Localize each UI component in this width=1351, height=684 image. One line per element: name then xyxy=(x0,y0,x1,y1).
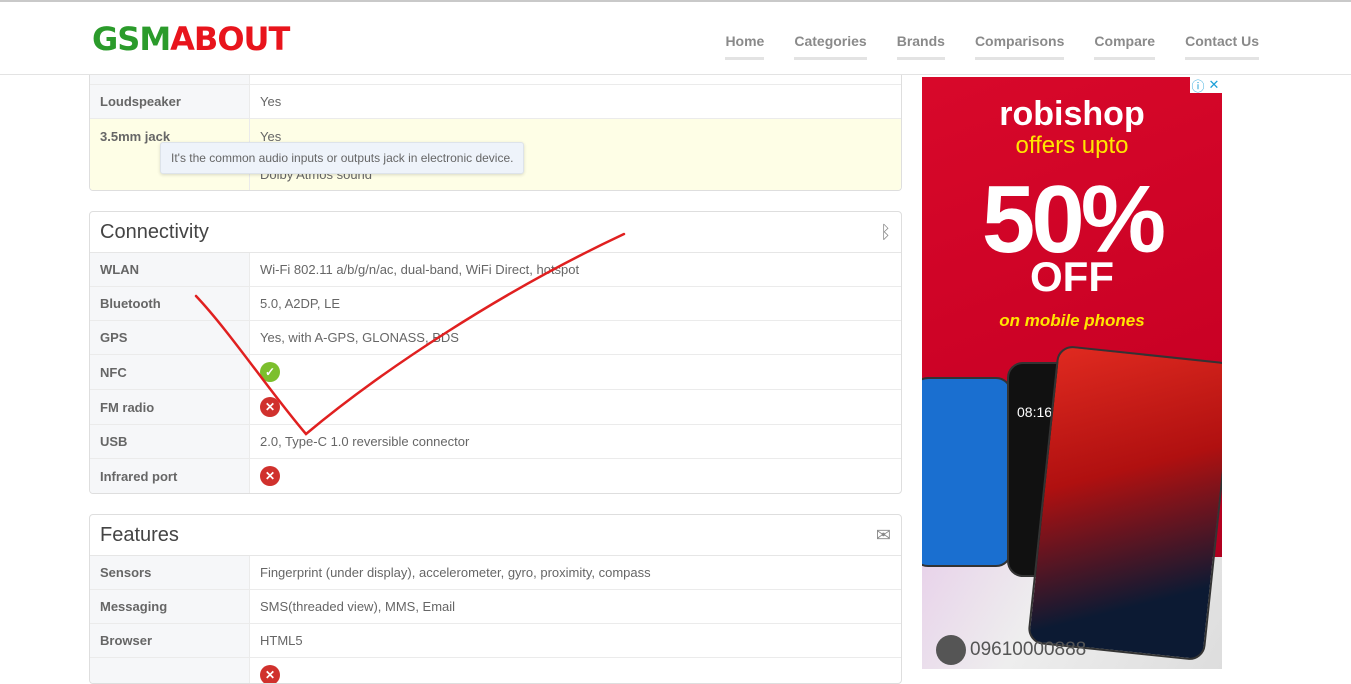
features-panel: Features ✉ Sensors Fingerprint (under disp… xyxy=(89,514,902,684)
ad-phone-number: 09610000888 xyxy=(936,635,1086,665)
phone-image xyxy=(922,377,1012,567)
row-label: Infrared port xyxy=(90,459,250,493)
row-value: Fingerprint (under display), acceleromet… xyxy=(260,565,651,580)
table-row: USB 2.0, Type-C 1.0 reversible connector xyxy=(90,425,901,459)
ad-info-icon[interactable]: ⓘ xyxy=(1190,77,1206,94)
table-row: WLAN Wi-Fi 802.11 a/b/g/n/ac, dual-band, … xyxy=(90,253,901,287)
table-row: NFC ✓ xyxy=(90,355,901,390)
panel-header: Features ✉ xyxy=(90,515,901,556)
row-label: WLAN xyxy=(90,253,250,286)
row-value: Yes, with A-GPS, GLONASS, BDS xyxy=(260,330,459,345)
connectivity-panel: Connectivity ᛒ WLAN Wi-Fi 802.11 a/b/g/n/a… xyxy=(89,211,902,494)
nav-categories[interactable]: Categories xyxy=(794,33,867,60)
table-row: FM radio ✕ xyxy=(90,390,901,425)
headset-icon xyxy=(936,635,966,665)
site-header: GSMABOUT Home Categories Brands Comparis… xyxy=(0,4,1351,75)
phone-image xyxy=(1026,344,1222,662)
panel-title: Features xyxy=(100,523,179,546)
nav-contact-us[interactable]: Contact Us xyxy=(1185,33,1259,60)
table-row: Loudspeaker Yes xyxy=(90,85,901,119)
row-label: NFC xyxy=(90,355,250,389)
ad-line1: offers upto xyxy=(1015,132,1129,159)
row-value: SMS(threaded view), MMS, Email xyxy=(260,599,456,614)
row-label: Browser xyxy=(90,624,250,657)
panel-header: Connectivity ᛒ xyxy=(90,212,901,253)
nav-compare[interactable]: Compare xyxy=(1094,33,1156,60)
table-row: Messaging SMS(threaded view), MMS, Email xyxy=(90,590,901,624)
ad-brand: robishop xyxy=(999,95,1145,133)
table-row: ✕ xyxy=(90,658,901,683)
nav-home[interactable]: Home xyxy=(725,33,765,60)
row-label: USB xyxy=(90,425,250,458)
panel-title: Connectivity xyxy=(100,220,209,243)
advertisement[interactable]: robishop offers upto 50% OFF on mobile p… xyxy=(922,77,1222,669)
envelope-open-icon: ✉ xyxy=(875,524,891,545)
bluetooth-icon: ᛒ xyxy=(880,221,891,242)
nav-comparisons[interactable]: Comparisons xyxy=(974,33,1065,60)
row-label: Messaging xyxy=(90,590,250,623)
row-label: GPS xyxy=(90,321,250,354)
row-label: FM radio xyxy=(90,390,250,424)
table-row: Bluetooth 5.0, A2DP, LE xyxy=(90,287,901,321)
table-row: Infrared port ✕ xyxy=(90,459,901,493)
cross-icon: ✕ xyxy=(260,397,280,417)
main-nav: Home Categories Brands Comparisons Compa… xyxy=(725,33,1259,60)
table-row: Sensors Fingerprint (under display), acce… xyxy=(90,556,901,590)
table-row: Browser HTML5 xyxy=(90,624,901,658)
tooltip: It's the common audio inputs or outputs … xyxy=(160,142,524,174)
row-value: 2.0, Type-C 1.0 reversible connector xyxy=(260,434,470,449)
ad-line2: on mobile phones xyxy=(999,311,1145,330)
cross-icon: ✕ xyxy=(260,665,280,683)
ad-off: OFF xyxy=(1030,253,1114,300)
row-value: HTML5 xyxy=(260,633,303,648)
ad-close-icon[interactable]: ✕ xyxy=(1206,77,1222,93)
row-label: Loudspeaker xyxy=(90,85,250,118)
row-value: Wi-Fi 802.11 a/b/g/n/ac, dual-band, WiFi… xyxy=(260,262,580,277)
row-label: Sensors xyxy=(90,556,250,589)
table-row: GPS Yes, with A-GPS, GLONASS, BDS xyxy=(90,321,901,355)
check-icon: ✓ xyxy=(260,362,280,382)
row-label: Bluetooth xyxy=(90,287,250,320)
cross-icon: ✕ xyxy=(260,466,280,486)
row-value: Yes xyxy=(260,94,282,109)
site-logo[interactable]: GSMABOUT xyxy=(92,20,290,58)
row-value: 5.0, A2DP, LE xyxy=(260,296,340,311)
nav-brands[interactable]: Brands xyxy=(896,33,945,60)
